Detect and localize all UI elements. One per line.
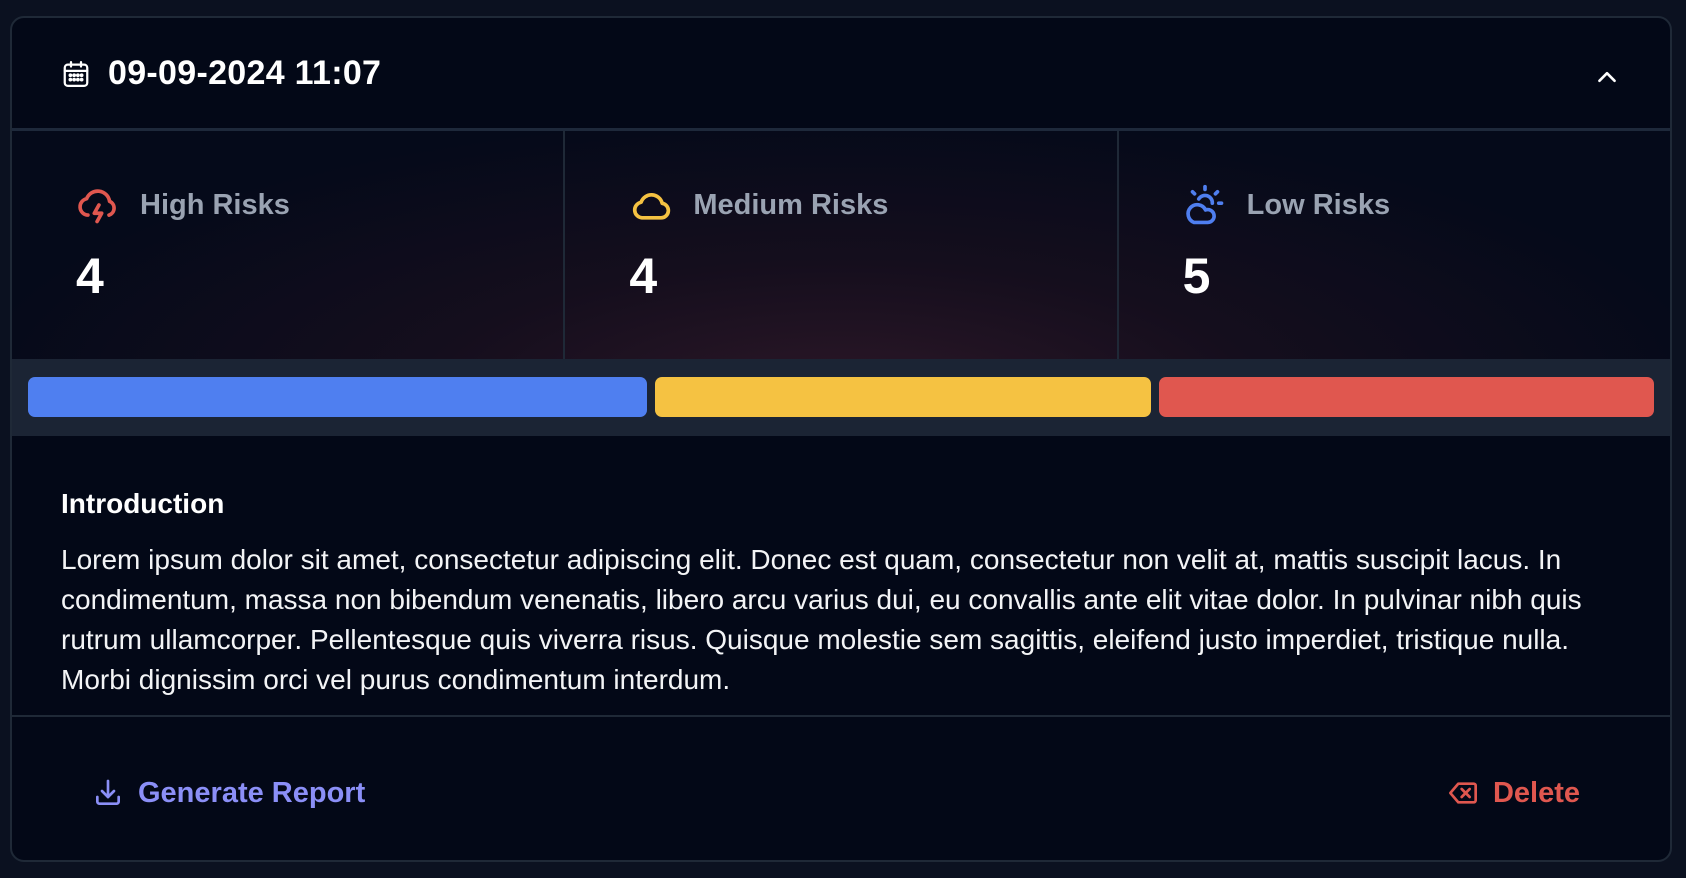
stat-value: 4 [629,248,658,304]
delete-button[interactable]: Delete [1447,773,1580,813]
card-footer: Generate Report Delete [12,717,1670,860]
generate-report-button[interactable]: Generate Report [92,773,365,813]
risk-distribution-bar [12,359,1670,436]
report-datetime: 09-09-2024 11:07 [108,54,382,92]
generate-report-label: Generate Report [138,776,366,809]
stat-label: Medium Risks [693,189,889,221]
cloud-sun-icon [1185,184,1223,225]
stat-label: High Risks [140,189,290,221]
stat-medium-risks: Medium Risks 4 [565,131,1119,359]
download-icon [96,779,120,805]
stat-value: 4 [76,248,104,304]
calendar-icon [63,61,89,87]
stat-high-risks: High Risks 4 [12,131,566,359]
section-title: Introduction [61,488,225,519]
stat-value: 5 [1182,248,1211,304]
risk-bar-segment-low [28,377,648,417]
delete-label: Delete [1492,776,1580,809]
card-header[interactable]: 09-09-2024 11:07 [12,18,1670,131]
risk-bar-segment-medium [655,377,1151,417]
risk-report-card: 09-09-2024 11:07 High Risks 4 Medium Ris… [10,16,1672,862]
chevron-up-icon[interactable] [1594,64,1620,90]
cloud-icon [633,193,671,220]
backspace-icon [1448,782,1477,804]
stat-label: Low Risks [1246,189,1391,221]
risk-stats: High Risks 4 Medium Risks 4 Low Risks 5 [12,131,1670,359]
introduction-text: Lorem ipsum dolor sit amet, consectetur … [61,544,1582,695]
stat-low-risks: Low Risks 5 [1119,131,1670,359]
introduction-section: Introduction Lorem ipsum dolor sit amet,… [12,436,1670,717]
cloud-lightning-icon [78,189,116,224]
risk-bar-segment-high [1158,377,1655,417]
